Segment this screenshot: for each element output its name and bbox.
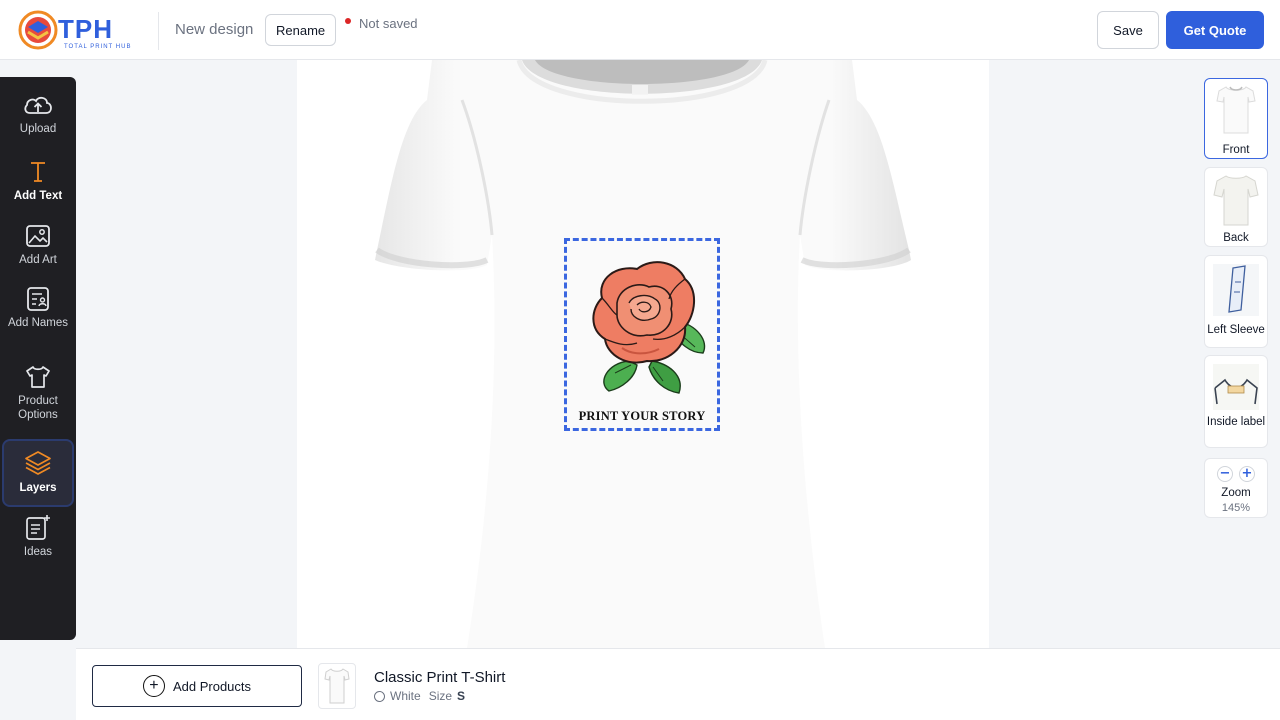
plus-circle-icon: + (142, 675, 165, 697)
sleeve-thumbnail (1213, 264, 1259, 316)
sidebar-item-label: Add Text (13, 190, 63, 202)
product-name: Classic Print T-Shirt (374, 669, 506, 686)
product-meta: White Size S (374, 689, 465, 703)
zoom-in-button[interactable]: + (1239, 466, 1255, 482)
design-canvas[interactable]: PRINT YOUR STORY (297, 60, 989, 648)
color-name: White (390, 689, 421, 703)
get-quote-button[interactable]: Get Quote (1166, 11, 1264, 49)
save-button[interactable]: Save (1097, 11, 1159, 49)
add-products-button[interactable]: + Add Products (92, 665, 302, 707)
rename-button[interactable]: Rename (265, 14, 337, 46)
zoom-control: − + Zoom 145% (1204, 458, 1268, 518)
text-icon (31, 162, 45, 182)
color-swatch[interactable] (374, 690, 385, 702)
add-products-label: Add Products (172, 678, 252, 694)
design-name[interactable]: New design (175, 21, 253, 38)
sidebar-item-label: Product Options (18, 395, 58, 421)
logo: TPH TOTAL PRINT HUB (18, 10, 140, 50)
inside-label-thumbnail (1213, 364, 1259, 410)
divider (158, 12, 159, 50)
sidebar-item-add-text[interactable]: Add Text (2, 159, 74, 209)
zoom-out-button[interactable]: − (1217, 466, 1233, 482)
sidebar-item-label: Upload (19, 123, 57, 135)
sidebar-item-add-art[interactable]: Add Art (2, 223, 74, 273)
view-back[interactable]: Back (1204, 167, 1268, 247)
view-left-sleeve[interactable]: Left Sleeve (1204, 255, 1268, 348)
product-thumbnail[interactable] (318, 663, 356, 709)
sidebar-item-upload[interactable]: Upload (2, 92, 74, 142)
sidebar-item-layers[interactable]: Layers (2, 439, 74, 507)
tshirt-thumbnail-icon (324, 668, 350, 704)
rose-artwork[interactable] (567, 243, 717, 403)
bottom-bar: + Add Products Classic Print T-Shirt Whi… (76, 648, 1280, 720)
image-icon (26, 225, 50, 247)
zoom-label: Zoom (1221, 487, 1251, 499)
print-area[interactable]: PRINT YOUR STORY (564, 238, 720, 431)
layers-icon (25, 451, 51, 475)
tool-sidebar: Upload Add Text Add Art Add Names Produc… (0, 77, 76, 640)
sidebar-item-label: Layers (19, 482, 57, 494)
back-thumbnail (1213, 175, 1259, 226)
logo-text: TPH (58, 14, 113, 44)
status-dot-icon (345, 17, 351, 24)
view-label: Front (1222, 144, 1250, 156)
view-inside-label[interactable]: Inside label (1204, 355, 1268, 448)
top-bar: TPH TOTAL PRINT HUB New design Rename No… (0, 0, 1280, 60)
size-value: S (457, 689, 466, 703)
sidebar-item-label: Add Art (19, 254, 57, 266)
names-icon (27, 287, 49, 311)
view-label: Inside label (1206, 416, 1266, 428)
view-label: Back (1223, 232, 1249, 244)
sidebar-item-add-names[interactable]: Add Names (2, 286, 74, 336)
cloud-upload-icon (24, 96, 52, 114)
front-thumbnail (1216, 86, 1256, 134)
view-front[interactable]: Front (1204, 78, 1268, 159)
sidebar-item-label: Add Names (7, 317, 69, 329)
save-status: Not saved (345, 16, 418, 31)
status-text: Not saved (359, 16, 418, 31)
sidebar-item-label: Ideas (23, 546, 53, 558)
zoom-value: 145% (1221, 502, 1251, 514)
size-label: Size (428, 689, 453, 703)
print-text[interactable]: PRINT YOUR STORY (567, 409, 717, 424)
sidebar-item-ideas[interactable]: Ideas (2, 513, 74, 563)
view-label: Left Sleeve (1207, 324, 1265, 336)
tshirt-icon (26, 366, 50, 388)
ideas-icon (26, 515, 50, 540)
sidebar-item-product-options[interactable]: Product Options (2, 364, 74, 426)
logo-subtitle: TOTAL PRINT HUB (64, 44, 131, 50)
